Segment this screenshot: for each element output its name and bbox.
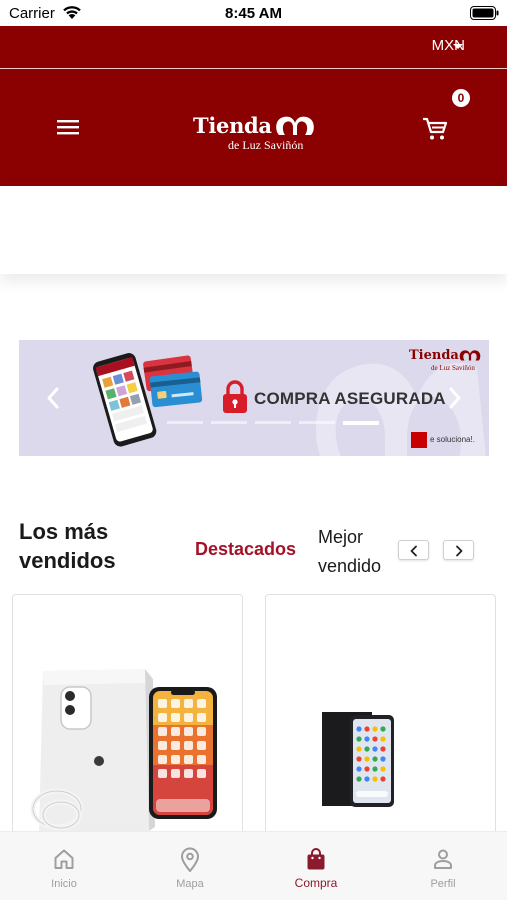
caret-down-icon[interactable] bbox=[453, 44, 463, 49]
map-pin-icon bbox=[181, 847, 199, 872]
product-image[interactable] bbox=[13, 595, 243, 854]
status-bar: Carrier 8:45 AM bbox=[0, 0, 507, 26]
carousel-next-button[interactable] bbox=[443, 540, 474, 560]
bottom-nav: Inicio Mapa Compra Perfil bbox=[0, 831, 507, 900]
tab-destacados[interactable]: Destacados bbox=[195, 539, 296, 560]
promo-banner[interactable]: COMPRA ASEGURADA Tienda de Luz Saviñón e… bbox=[19, 340, 489, 456]
banner-prev-arrow-icon[interactable] bbox=[45, 386, 61, 410]
nav-label: Perfil bbox=[430, 878, 456, 890]
chevron-left-icon bbox=[410, 545, 417, 557]
banner-tag: e soluciona!. bbox=[411, 432, 485, 448]
logo-subtitle: de Luz Saviñón bbox=[228, 138, 304, 152]
banner-logo-subtitle: de Luz Saviñón bbox=[431, 364, 475, 372]
logo-mark-icon bbox=[276, 116, 314, 135]
logo-title: Tienda bbox=[193, 113, 272, 138]
carousel-indicators bbox=[167, 421, 379, 425]
currency-bar: MXN bbox=[0, 26, 507, 68]
nav-label: Compra bbox=[294, 876, 338, 890]
banner-tag-logo-icon bbox=[411, 432, 427, 448]
lock-icon bbox=[223, 380, 247, 413]
carousel-dot[interactable] bbox=[211, 421, 247, 424]
nav-item-mapa[interactable]: Mapa bbox=[127, 832, 253, 900]
blank-content-area bbox=[0, 186, 507, 274]
product-card[interactable] bbox=[265, 594, 496, 854]
status-time: 8:45 AM bbox=[225, 5, 282, 22]
nav-label: Mapa bbox=[176, 878, 204, 890]
cart-count-badge[interactable]: 0 bbox=[452, 89, 470, 107]
product-card[interactable] bbox=[12, 594, 243, 854]
carousel-prev-button[interactable] bbox=[398, 540, 429, 560]
chevron-right-icon bbox=[456, 545, 463, 557]
banner-tag-text: e soluciona!. bbox=[430, 435, 475, 444]
nav-item-inicio[interactable]: Inicio bbox=[1, 832, 127, 900]
main-header: Tienda de Luz Saviñón 0 bbox=[0, 69, 507, 186]
banner-headline: COMPRA ASEGURADA bbox=[254, 389, 446, 408]
carousel-dot-active[interactable] bbox=[343, 421, 379, 425]
banner-next-arrow-icon[interactable] bbox=[447, 386, 463, 410]
nav-label: Inicio bbox=[51, 878, 77, 890]
banner-logo-title: Tienda bbox=[409, 348, 459, 363]
carousel-dot[interactable] bbox=[255, 421, 291, 424]
banner-logo-mark-icon bbox=[459, 350, 481, 361]
battery-icon bbox=[470, 6, 499, 20]
nav-item-perfil[interactable]: Perfil bbox=[380, 832, 506, 900]
carousel-dot[interactable] bbox=[299, 421, 335, 424]
store-logo[interactable]: Tienda de Luz Saviñón bbox=[193, 113, 318, 157]
tab-mejor-vendido[interactable]: Mejor vendido bbox=[318, 523, 398, 581]
credit-cards-illustration bbox=[143, 355, 203, 408]
nav-item-compra[interactable]: Compra bbox=[253, 832, 379, 900]
product-image[interactable] bbox=[266, 595, 496, 854]
carousel-dot[interactable] bbox=[167, 421, 203, 424]
section-title: Los más vendidos bbox=[19, 519, 116, 573]
shopping-cart-icon[interactable] bbox=[422, 117, 448, 141]
shopping-bag-icon bbox=[307, 848, 325, 870]
person-icon bbox=[434, 849, 452, 869]
hamburger-menu-icon[interactable] bbox=[56, 117, 80, 137]
home-icon bbox=[54, 849, 74, 869]
